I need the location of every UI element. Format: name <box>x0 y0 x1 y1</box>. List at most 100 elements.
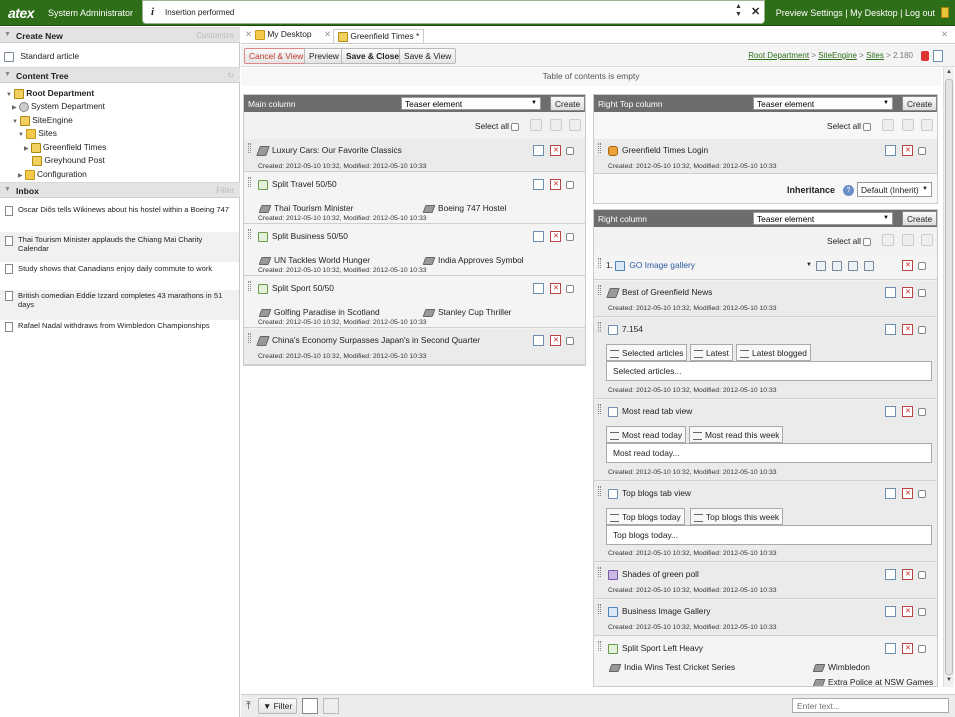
delete-icon[interactable] <box>921 234 933 246</box>
edit-icon[interactable] <box>885 569 896 580</box>
customize-link[interactable]: Customize <box>196 31 234 40</box>
item-controls[interactable] <box>885 569 926 581</box>
cancel-view-button[interactable]: Cancel & View <box>244 48 309 64</box>
remove-icon[interactable] <box>902 145 913 156</box>
edit-icon[interactable] <box>533 145 544 156</box>
create-button[interactable]: Create <box>902 96 938 111</box>
edit-icon[interactable] <box>885 488 896 499</box>
clipboard-icon[interactable] <box>941 7 949 18</box>
tree-node-sites[interactable]: ▼ Sites <box>18 128 57 139</box>
create-new-header[interactable]: ▼ Create New Customize <box>0 27 240 43</box>
list-item[interactable]: Luxury Cars: Our Favorite Classics Creat… <box>244 139 585 172</box>
remove-icon[interactable] <box>902 488 913 499</box>
edit-icon[interactable] <box>533 231 544 242</box>
remove-icon[interactable] <box>902 569 913 580</box>
filter-link[interactable]: Filter <box>216 186 234 195</box>
item-controls[interactable] <box>533 145 574 157</box>
list-item[interactable]: Greenfield Times Login Created: 2012-05-… <box>594 139 937 174</box>
save-view-button[interactable]: Save & View <box>399 48 457 64</box>
item-checkbox[interactable] <box>918 147 926 155</box>
gallery-edit-icon[interactable] <box>816 261 826 271</box>
drag-handle[interactable] <box>598 567 601 577</box>
item-checkbox[interactable] <box>918 608 926 616</box>
item-checkbox[interactable] <box>566 337 574 345</box>
item-controls[interactable] <box>885 287 926 299</box>
content-tree-header[interactable]: ▼ Content Tree ↻ <box>0 67 240 83</box>
tab-selected-articles[interactable]: Selected articles <box>606 344 688 361</box>
delete-icon[interactable] <box>569 119 581 131</box>
tab-greenfield-times[interactable]: Greenfield Times * <box>333 29 425 43</box>
close-all-icon[interactable]: ✕ <box>941 29 948 43</box>
drag-handle[interactable] <box>598 486 601 496</box>
item-checkbox[interactable] <box>566 233 574 241</box>
drag-handle[interactable] <box>598 285 601 295</box>
edit-icon[interactable] <box>533 179 544 190</box>
item-controls[interactable] <box>533 179 574 191</box>
list-item[interactable]: China's Economy Surpasses Japan's in Sec… <box>244 329 585 365</box>
tree-node-configuration[interactable]: ▶ Configuration <box>18 169 87 180</box>
notification-nav-icon[interactable]: ▲ ▼ <box>735 3 742 19</box>
item-checkbox[interactable] <box>918 490 926 498</box>
dropdown-arrow-icon[interactable]: ▼ <box>806 262 812 268</box>
remove-icon[interactable] <box>902 643 913 654</box>
edit-icon[interactable] <box>533 335 544 346</box>
gear-icon[interactable] <box>848 261 858 271</box>
tab-latest-blogged[interactable]: Latest blogged <box>736 344 811 361</box>
drag-handle[interactable] <box>598 143 601 153</box>
drag-handle[interactable] <box>598 604 601 614</box>
create-standard-article[interactable]: Standard article <box>4 51 79 62</box>
create-button[interactable]: Create <box>902 211 937 226</box>
tree-node-system-department[interactable]: ▶ System Department <box>12 101 105 112</box>
move-to-top-icon[interactable]: ⤒ <box>246 700 251 713</box>
list-item[interactable]: 1. GO Image gallery ▼ <box>594 254 937 280</box>
drag-handle[interactable] <box>248 333 251 343</box>
edit-icon[interactable] <box>885 606 896 617</box>
item-checkbox[interactable] <box>566 181 574 189</box>
edit-icon[interactable] <box>885 406 896 417</box>
select-all[interactable]: Select all <box>827 236 872 246</box>
tab-my-desktop[interactable]: My Desktop <box>255 29 312 43</box>
remove-icon[interactable] <box>550 335 561 346</box>
logout-link[interactable]: Log out <box>905 8 935 18</box>
select-all[interactable]: Select all <box>475 121 520 131</box>
teaser-element-select[interactable]: Teaser element <box>753 97 893 110</box>
collapse-icon[interactable]: ▼ <box>4 31 11 38</box>
item-controls[interactable] <box>885 145 926 157</box>
inbox-header[interactable]: ▼ Inbox Filter <box>0 182 240 198</box>
copy-icon[interactable] <box>864 261 874 271</box>
preview-settings-link[interactable]: Preview Settings <box>776 8 843 18</box>
grid-view-icon[interactable] <box>302 698 318 714</box>
remove-icon[interactable] <box>550 283 561 294</box>
item-controls[interactable] <box>533 231 574 243</box>
tree-node-greenfield-times[interactable]: ▶ Greenfield Times <box>24 142 106 153</box>
item-controls[interactable] <box>885 606 926 618</box>
lock-icon[interactable] <box>921 51 929 61</box>
inbox-item[interactable]: Thai Tourism Minister applauds the Chian… <box>0 232 239 262</box>
item-checkbox[interactable] <box>566 285 574 293</box>
list-item[interactable]: Split Business 50/50 UN Tackles World Hu… <box>244 225 585 276</box>
move-icon[interactable] <box>882 119 894 131</box>
preview-button[interactable]: Preview <box>304 48 344 64</box>
item-checkbox[interactable] <box>918 645 926 653</box>
close-tab-icon[interactable]: ✕ <box>245 29 252 43</box>
item-controls[interactable] <box>885 324 926 336</box>
my-desktop-link[interactable]: My Desktop <box>850 8 898 18</box>
item-checkbox[interactable] <box>918 262 926 270</box>
tree-node-siteengine[interactable]: ▼ SiteEngine <box>12 115 73 126</box>
drag-handle[interactable] <box>248 229 251 239</box>
edit-icon[interactable] <box>885 287 896 298</box>
search-input[interactable] <box>792 698 949 713</box>
scroll-down-icon[interactable]: ▼ <box>946 677 952 683</box>
select-all[interactable]: Select all <box>827 121 872 131</box>
remove-icon[interactable] <box>550 179 561 190</box>
tab-most-read-this-week[interactable]: Most read this week <box>689 426 784 443</box>
remove-icon[interactable] <box>902 287 913 298</box>
tab-top-blogs-this-week[interactable]: Top blogs this week <box>690 508 784 525</box>
edit-icon[interactable] <box>885 145 896 156</box>
remove-icon[interactable] <box>902 260 913 271</box>
list-item[interactable]: Split Sport 50/50 Golfing Paradise in Sc… <box>244 277 585 328</box>
drag-handle[interactable] <box>598 641 601 651</box>
refresh-icon[interactable]: ↻ <box>227 71 234 80</box>
edit-icon[interactable] <box>885 643 896 654</box>
teaser-element-select[interactable]: Teaser element <box>753 212 893 225</box>
